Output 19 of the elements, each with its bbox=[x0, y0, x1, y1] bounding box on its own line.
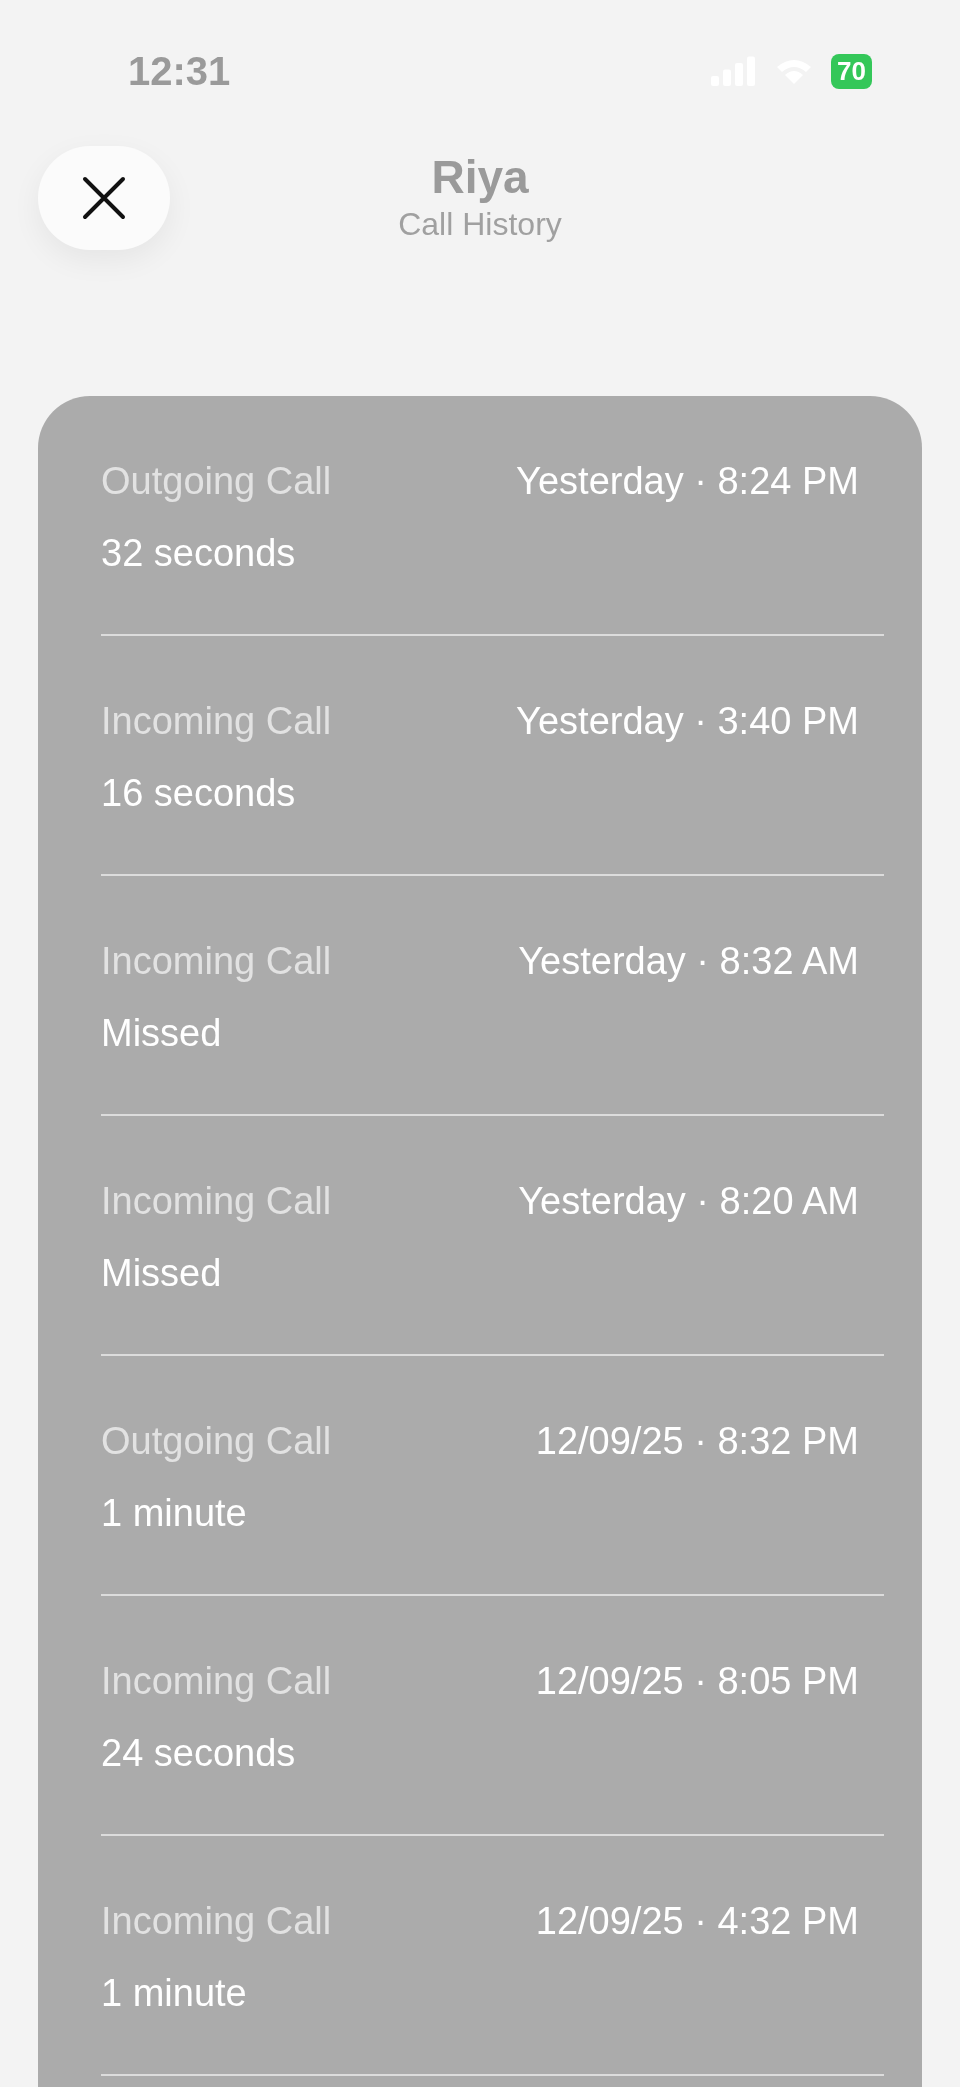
call-duration: 1 minute bbox=[101, 1971, 248, 2016]
call-time: Yesterday · 8:20 AM bbox=[518, 1179, 859, 1223]
page-subtitle: Call History bbox=[398, 206, 562, 243]
call-time: 12/09/25 · 4:32 PM bbox=[535, 1899, 859, 1943]
status-time: 12:31 bbox=[128, 48, 231, 94]
battery-level: 70 bbox=[831, 53, 872, 89]
call-duration: Missed bbox=[101, 1011, 223, 1056]
call-duration: 16 seconds bbox=[101, 771, 297, 816]
call-duration: 1 minute bbox=[101, 1491, 248, 1536]
call-time: 12/09/25 · 8:05 PM bbox=[535, 1659, 859, 1703]
close-icon bbox=[82, 176, 126, 220]
call-time: Yesterday · 3:40 PM bbox=[516, 699, 859, 743]
call-duration: 32 seconds bbox=[101, 531, 297, 576]
contact-name: Riya bbox=[431, 150, 529, 204]
call-duration: Missed bbox=[101, 1251, 223, 1296]
call-time: Yesterday · 8:32 AM bbox=[518, 939, 859, 983]
call-time: 12/09/25 · 8:32 PM bbox=[535, 1419, 859, 1463]
call-duration: 24 seconds bbox=[101, 1731, 297, 1776]
call-time: Yesterday · 8:24 PM bbox=[516, 459, 859, 503]
